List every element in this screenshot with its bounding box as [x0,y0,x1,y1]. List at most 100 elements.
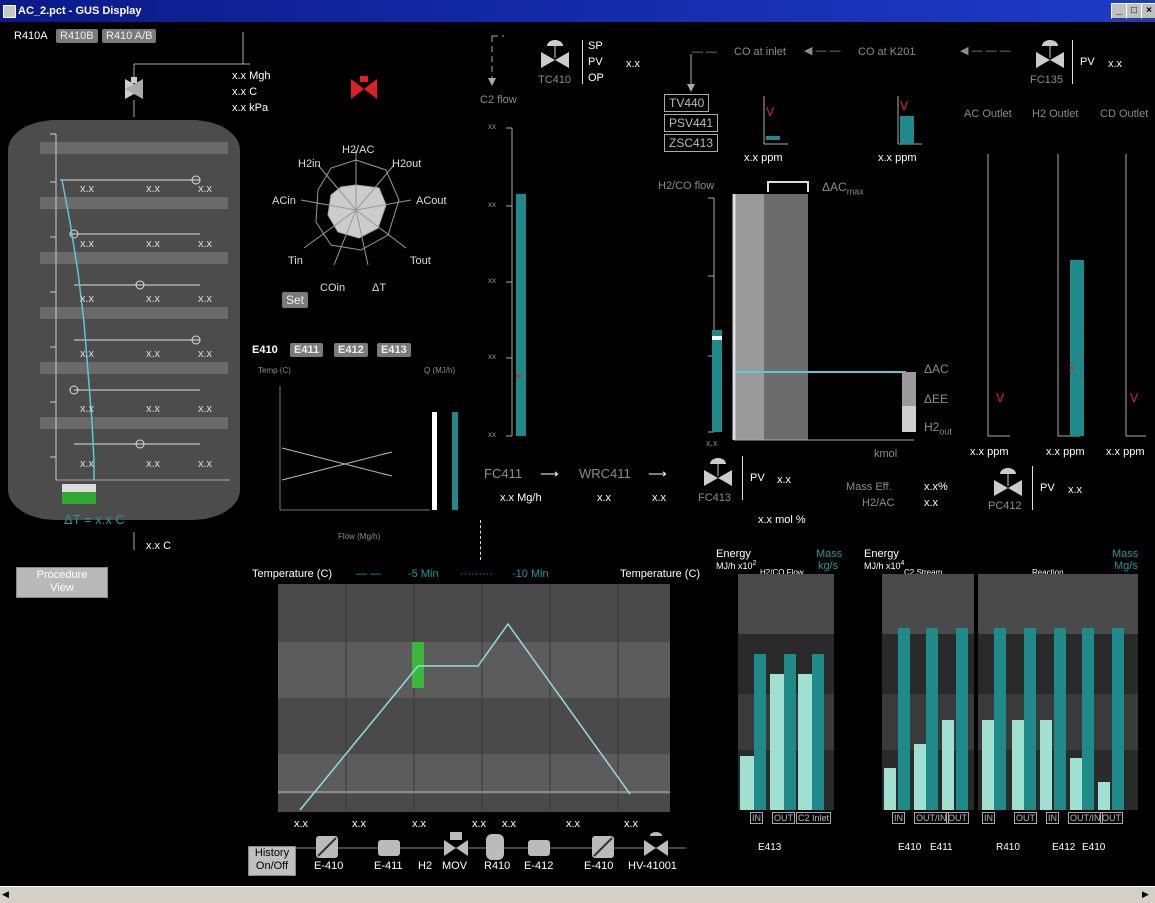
co-k201-label: CO at K201 [858,46,916,58]
temp-profile-chart [278,584,670,812]
delta-ee-label: ΔEE [924,392,949,406]
energy1-chart [738,574,834,810]
energy2-in-button-3[interactable]: IN [1046,812,1059,824]
energy2-outin-button[interactable]: OUT/IN [914,812,949,824]
co-k201-bar: ᐯ [897,96,922,145]
c2-arrow-icon [488,35,504,86]
row-value: x.x [198,183,213,195]
energy2-eq-e412: E412 [1052,842,1076,853]
radar-label-acout: ACout [416,195,447,207]
svg-text:×: × [515,369,522,383]
fc135-value: x.x [1108,58,1123,70]
scroll-right-icon[interactable]: ▶ [1142,889,1149,900]
row-value: x.x [146,293,161,305]
close-icon[interactable]: × [1141,3,1155,19]
valve-icon[interactable] [125,77,143,99]
red-valve-icon[interactable] [348,76,380,102]
tab-e412[interactable]: E412 [334,343,368,357]
zsc413-tag[interactable]: ZSC413 [664,134,719,152]
wrc411-value: x.x [597,492,612,504]
energy2-out-button-3[interactable]: OUT [1100,812,1123,824]
energy2-out-button[interactable]: OUT [946,812,969,824]
tc410-value: x.x [626,58,641,70]
c2-tick: xx [488,430,496,439]
x-value-6: x.x [624,818,639,830]
x-value-2: x.x [412,818,427,830]
row-value: x.x [80,458,95,470]
energy1-eq-e413: E413 [758,842,782,853]
procedure-view-button[interactable]: Procedure View [16,567,108,598]
fc135-pv: PV [1080,56,1095,68]
x-value-3: x.x [472,818,487,830]
maximize-icon[interactable]: □ [1126,3,1142,19]
equip-hv41001: HV-41001 [628,860,677,872]
h2out-text: H2 [924,420,940,434]
equip-e411: E-411 [374,860,403,872]
energy1-title: Energy [716,548,751,560]
delta-t-readout: ΔT = x.x C [64,512,125,527]
h2ac-label: H2/AC [862,497,895,509]
ac-outlet-label: AC Outlet [964,108,1012,120]
energy2-title: Energy [864,548,899,560]
psv441-tag[interactable]: PSV441 [664,114,719,132]
equip-r410: R410 [484,860,511,872]
window-title: AC_2.pct - GUS Display [18,5,142,17]
svg-text:ᐯ: ᐯ [766,105,775,119]
tc410-valve-icon[interactable] [537,38,573,74]
reactor-pressure-value: x.x kPa [232,102,269,114]
fc413-value: x.x [777,474,792,486]
mass-eff-label: Mass Eff. [846,481,892,493]
tab-e413[interactable]: E413 [377,343,411,357]
window-titlebar: AC_2.pct - GUS Display _ □ × [0,0,1155,22]
row-value: x.x [198,238,213,250]
energy2-units: MJ/h x104 [864,560,904,571]
radar-label-h2ac: H2/AC [342,144,375,156]
scroll-left-icon[interactable]: ◀ [2,889,9,900]
row-value: x.x [146,183,161,195]
fc135-valve-icon[interactable] [1032,38,1068,74]
co-inlet-bar: ᐯ [763,96,788,145]
set-button[interactable]: Set [282,292,309,308]
energy2-out-button-2[interactable]: OUT [1014,812,1037,824]
c2-tick: xx [488,122,496,131]
energy2-eq-r410: R410 [996,842,1020,853]
row-value: x.x [198,348,213,360]
pc412-valve-icon[interactable] [990,466,1026,502]
app-icon [3,5,16,18]
row-value: x.x [146,458,161,470]
h2ac-value: x.x [924,497,939,509]
exchanger-flow-axis: Flow (Mg/h) [338,532,381,541]
co-inlet-label: CO at inlet [734,46,786,58]
c2-tick: xx [488,276,496,285]
fc411-value: x.x Mg/h [500,492,542,504]
energy2-in-button-2[interactable]: IN [982,812,995,824]
x-value-1: x.x [352,818,367,830]
energy1-c2-inlet-button[interactable]: C2 Inlet [796,812,832,824]
equip-h2: H2 [418,860,433,872]
co-inlet-ppm: x.x ppm [744,152,783,164]
arrow-icon: ⟶ [540,466,559,481]
energy1-out-button[interactable]: OUT [772,812,795,824]
mass-eff-value: x.x% [924,481,948,493]
tab-e411[interactable]: E411 [290,343,324,357]
minimize-icon[interactable]: _ [1111,3,1127,19]
energy2-outin-button-2[interactable]: OUT/IN [1068,812,1103,824]
energy2-in-button[interactable]: IN [892,812,905,824]
horizontal-scrollbar[interactable]: ◀ ▶ [0,886,1155,903]
fc413-valve-icon[interactable] [700,456,736,492]
h2out-sub: out [939,426,952,437]
energy1-in-button[interactable]: IN [750,812,763,824]
h2-outlet-label: H2 Outlet [1032,108,1079,120]
temp-profile-right-title: Temperature (C) [620,568,701,580]
tv440-tag[interactable]: TV440 [664,94,710,112]
tab-e410[interactable]: E410 [252,344,278,356]
row-value: x.x [146,238,161,250]
radar-label-h2in: H2in [298,158,321,170]
arrow-left-icon: ◀ — — — [960,45,1011,57]
history-toggle-button[interactable]: History On/Off [248,846,296,876]
row-value: x.x [80,238,95,250]
mol-percent: x.x mol % [758,514,806,526]
row-value: x.x [198,403,213,415]
energy2-units-exp: 4 [900,560,905,567]
fc413-pv: PV [750,472,765,484]
